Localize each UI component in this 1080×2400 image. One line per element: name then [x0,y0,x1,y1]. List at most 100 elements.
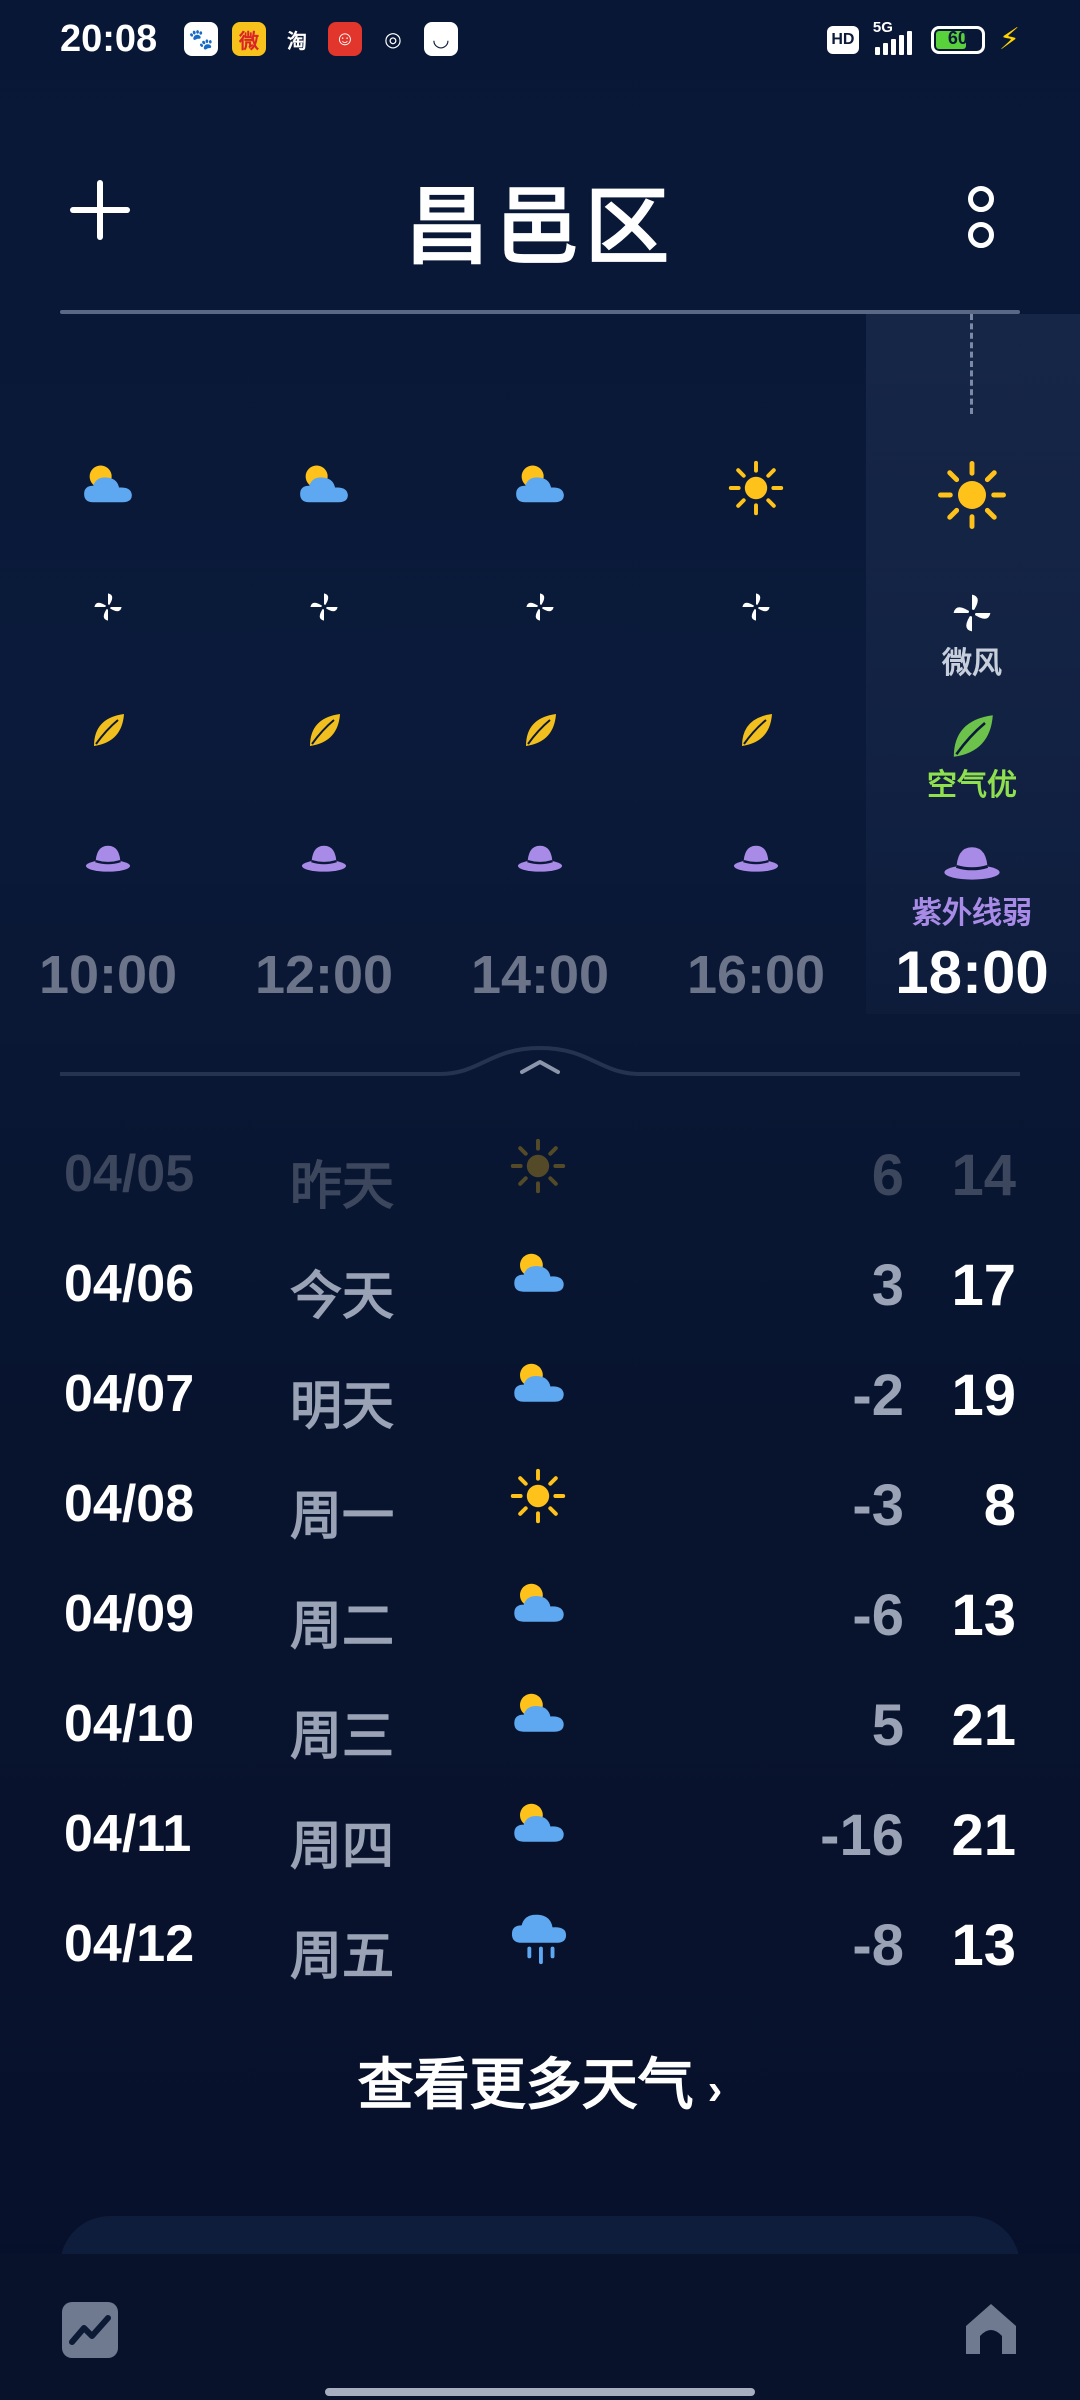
daily-row[interactable]: 04/09 周二 -6 13 [0,1570,1080,1660]
daily-row[interactable]: 04/08 周一 -3 8 [0,1460,1080,1550]
partly-cloudy-icon [510,1688,568,1741]
hour-column[interactable]: 16:00 [648,440,864,1020]
wind-icon [523,590,557,629]
day-name: 今天 [290,1268,395,1326]
partly-cloudy-icon [296,460,352,511]
high-temp: 21 [951,1693,1016,1758]
status-bar: 20:08 🐾 微淘 ☺ ◎ ◡ HD 5G 60 ⚡ [0,0,1080,90]
city-title: 昌邑区 [404,180,675,274]
leaf-icon [520,710,560,755]
low-temp: -16 [820,1803,904,1868]
partly-cloudy-icon [510,1798,568,1851]
shopping-bag-icon: ◡ [424,22,458,56]
high-temp: 17 [951,1253,1016,1318]
header: 昌邑区 [0,150,1080,280]
day-name: 周三 [290,1708,395,1766]
hour-column[interactable]: 10:00 [0,440,216,1020]
daily-row[interactable]: 04/10 周三 5 21 [0,1680,1080,1770]
daily-row[interactable]: 04/07 明天 -2 19 [0,1350,1080,1440]
notification-icons: 🐾 微淘 ☺ ◎ ◡ [184,22,458,56]
day-name: 周五 [290,1928,395,1986]
status-time: 20:08 [60,18,158,60]
day-name: 周四 [290,1818,395,1876]
sun-icon [937,460,1007,535]
day-name: 昨天 [290,1158,395,1216]
wind-caption: 微风 [942,647,1002,680]
wind-icon [739,590,773,629]
day-date: 04/09 [64,1585,195,1643]
hour-column[interactable]: 12:00 [216,440,432,1020]
day-date: 04/10 [64,1695,195,1753]
app-red-icon: ☺ [328,22,362,56]
partly-cloudy-icon [80,460,136,511]
air-quality-caption: 空气优 [927,769,1017,802]
high-temp: 19 [951,1363,1016,1428]
uv-hat-icon [942,840,1002,887]
more-weather-link[interactable]: 查看更多天气 › [0,2040,1080,2121]
sun-icon [510,1138,566,1199]
low-temp: -3 [852,1473,904,1538]
trend-chart-button[interactable] [62,2302,118,2358]
current-hour-marker [970,314,973,414]
partly-cloudy-icon [510,1248,568,1301]
wind-icon [307,590,341,629]
baidu-icon: 🐾 [184,22,218,56]
rain-icon [510,1908,568,1971]
day-date: 04/06 [64,1255,195,1313]
day-date: 04/12 [64,1915,195,1973]
daily-row[interactable]: 04/06 今天 3 17 [0,1240,1080,1330]
battery-icon: 60 [930,25,985,54]
day-name: 周二 [290,1598,395,1656]
hour-label: 10:00 [38,945,178,1005]
partly-cloudy-icon [510,1578,568,1631]
weibo-icon: 微 [232,22,266,56]
daily-row[interactable]: 04/11 周四 -16 21 [0,1790,1080,1880]
orbit-app-icon: ◎ [384,28,402,51]
signal-icon: 5G [873,19,917,55]
uv-hat-icon [84,840,132,879]
bottom-nav [0,2254,1080,2400]
hour-label: 14:00 [470,945,610,1005]
hd-badge: HD [826,25,859,54]
partly-cloudy-icon [512,460,568,511]
uv-hat-icon [300,840,348,879]
battery-level: 60 [947,27,968,48]
high-temp: 13 [951,1583,1016,1648]
day-date: 04/05 [64,1145,195,1203]
low-temp: -6 [852,1583,904,1648]
more-options-button[interactable] [962,186,996,250]
uv-hat-icon [732,840,780,879]
uv-hat-icon [516,840,564,879]
hour-column[interactable]: 14:00 [432,440,648,1020]
day-date: 04/07 [64,1365,195,1423]
day-date: 04/11 [64,1805,192,1863]
daily-row[interactable]: 04/12 周五 -8 13 [0,1900,1080,1990]
high-temp: 8 [983,1473,1016,1538]
taobao-icon: 淘 [287,30,307,53]
expand-handle[interactable] [60,1040,1020,1080]
leaf-icon [304,710,344,755]
hour-label: 16:00 [686,945,826,1005]
day-date: 04/08 [64,1475,195,1533]
gesture-bar[interactable] [325,2388,755,2396]
uv-caption: 紫外线弱 [912,897,1032,930]
sun-icon [510,1468,566,1529]
system-indicators: HD 5G 60 ⚡ [826,19,1020,57]
low-temp: 6 [871,1143,904,1208]
day-name: 明天 [290,1378,395,1436]
wind-icon [91,590,125,629]
leaf-icon [88,710,128,755]
high-temp: 21 [951,1803,1016,1868]
low-temp: 3 [871,1253,904,1318]
trend-icon [69,2315,111,2345]
wind-icon [949,590,995,641]
low-temp: 5 [871,1693,904,1758]
daily-row[interactable]: 04/05 昨天 6 14 [0,1130,1080,1220]
low-temp: -2 [852,1363,904,1428]
hour-label: 18:00 [895,939,1049,1006]
home-icon [966,2304,1016,2354]
high-temp: 14 [951,1143,1016,1208]
hour-column[interactable]: 微风空气优紫外线弱 18:00 [864,440,1080,1020]
home-button[interactable] [962,2300,1020,2358]
charging-icon: ⚡ [998,23,1020,56]
